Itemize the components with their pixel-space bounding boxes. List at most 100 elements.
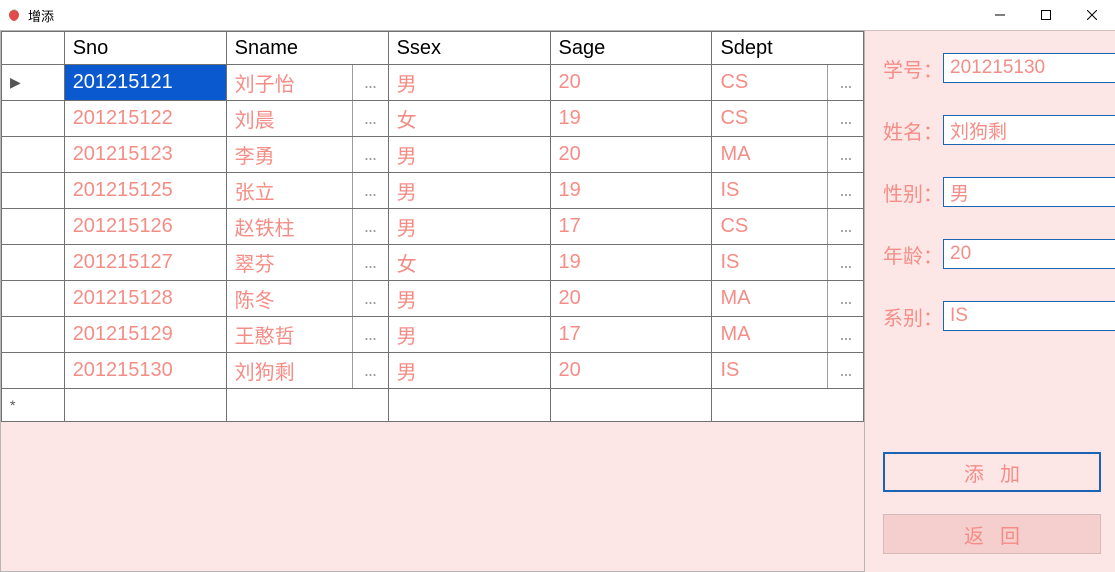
empty-cell[interactable] bbox=[550, 389, 712, 422]
empty-cell[interactable] bbox=[712, 389, 864, 422]
ellipsis-button[interactable]: ... bbox=[827, 101, 863, 136]
cell-ssex[interactable]: 女 bbox=[388, 101, 550, 137]
cell-ssex[interactable]: 男 bbox=[388, 173, 550, 209]
cell-ssex[interactable]: 女 bbox=[388, 245, 550, 281]
ellipsis-button[interactable]: ... bbox=[827, 353, 863, 388]
cell-sno[interactable]: 201215128 bbox=[64, 281, 226, 317]
column-header-sname[interactable]: Sname bbox=[226, 32, 388, 65]
row-header[interactable]: ▶ bbox=[2, 65, 65, 101]
cell-ssex[interactable]: 男 bbox=[388, 65, 550, 101]
row-header[interactable] bbox=[2, 281, 65, 317]
cell-sname[interactable]: 陈冬... bbox=[226, 281, 388, 317]
ellipsis-button[interactable]: ... bbox=[352, 317, 388, 352]
ellipsis-button[interactable]: ... bbox=[827, 209, 863, 244]
empty-cell[interactable] bbox=[64, 389, 226, 422]
cell-sname[interactable]: 刘晨... bbox=[226, 101, 388, 137]
table-row[interactable]: 201215122刘晨...女19CS... bbox=[2, 101, 864, 137]
table-row[interactable]: 201215125张立...男19IS... bbox=[2, 173, 864, 209]
ellipsis-button[interactable]: ... bbox=[827, 281, 863, 316]
cell-sdept[interactable]: CS... bbox=[712, 101, 864, 137]
column-header-sno[interactable]: Sno bbox=[64, 32, 226, 65]
maximize-button[interactable] bbox=[1023, 0, 1069, 30]
row-header[interactable] bbox=[2, 245, 65, 281]
cell-sdept[interactable]: IS... bbox=[712, 173, 864, 209]
cell-sage[interactable]: 20 bbox=[550, 281, 712, 317]
row-header[interactable] bbox=[2, 173, 65, 209]
ellipsis-button[interactable]: ... bbox=[352, 245, 388, 280]
ellipsis-button[interactable]: ... bbox=[827, 245, 863, 280]
cell-sage[interactable]: 19 bbox=[550, 245, 712, 281]
ellipsis-button[interactable]: ... bbox=[827, 317, 863, 352]
table-row[interactable]: 201215130刘狗剩...男20IS... bbox=[2, 353, 864, 389]
cell-sno[interactable]: 201215121 bbox=[64, 65, 226, 101]
ellipsis-button[interactable]: ... bbox=[827, 65, 863, 100]
cell-sage[interactable]: 17 bbox=[550, 317, 712, 353]
empty-cell[interactable] bbox=[388, 389, 550, 422]
close-button[interactable] bbox=[1069, 0, 1115, 30]
empty-cell[interactable] bbox=[226, 389, 388, 422]
cell-sdept[interactable]: MA... bbox=[712, 281, 864, 317]
input-sname[interactable] bbox=[943, 115, 1115, 145]
ellipsis-button[interactable]: ... bbox=[827, 173, 863, 208]
ellipsis-button[interactable]: ... bbox=[352, 209, 388, 244]
input-sdept[interactable] bbox=[943, 301, 1115, 331]
cell-sno[interactable]: 201215127 bbox=[64, 245, 226, 281]
cell-sname[interactable]: 刘狗剩... bbox=[226, 353, 388, 389]
cell-sdept[interactable]: CS... bbox=[712, 209, 864, 245]
ellipsis-button[interactable]: ... bbox=[827, 137, 863, 172]
ellipsis-button[interactable]: ... bbox=[352, 65, 388, 100]
cell-sage[interactable]: 20 bbox=[550, 353, 712, 389]
input-sno[interactable] bbox=[943, 53, 1115, 83]
cell-ssex[interactable]: 男 bbox=[388, 209, 550, 245]
cell-sno[interactable]: 201215129 bbox=[64, 317, 226, 353]
cell-sage[interactable]: 20 bbox=[550, 65, 712, 101]
cell-sage[interactable]: 19 bbox=[550, 101, 712, 137]
cell-ssex[interactable]: 男 bbox=[388, 353, 550, 389]
cell-sname[interactable]: 王憨哲... bbox=[226, 317, 388, 353]
new-row[interactable]: * bbox=[2, 389, 864, 422]
column-header-sdept[interactable]: Sdept bbox=[712, 32, 864, 65]
new-row-indicator[interactable]: * bbox=[2, 389, 65, 422]
cell-sno[interactable]: 201215125 bbox=[64, 173, 226, 209]
cell-sage[interactable]: 20 bbox=[550, 137, 712, 173]
ellipsis-button[interactable]: ... bbox=[352, 137, 388, 172]
cell-sno[interactable]: 201215123 bbox=[64, 137, 226, 173]
cell-sname[interactable]: 李勇... bbox=[226, 137, 388, 173]
cell-sno[interactable]: 201215126 bbox=[64, 209, 226, 245]
cell-sname[interactable]: 翠芬... bbox=[226, 245, 388, 281]
cell-sdept[interactable]: MA... bbox=[712, 317, 864, 353]
cell-sage[interactable]: 19 bbox=[550, 173, 712, 209]
input-sage[interactable] bbox=[943, 239, 1115, 269]
row-header[interactable] bbox=[2, 209, 65, 245]
cell-sdept[interactable]: CS... bbox=[712, 65, 864, 101]
cell-sdept[interactable]: IS... bbox=[712, 353, 864, 389]
table-row[interactable]: 201215126赵铁柱...男17CS... bbox=[2, 209, 864, 245]
table-row[interactable]: ▶201215121刘子怡...男20CS... bbox=[2, 65, 864, 101]
cell-sname[interactable]: 赵铁柱... bbox=[226, 209, 388, 245]
ellipsis-button[interactable]: ... bbox=[352, 353, 388, 388]
cell-sage[interactable]: 17 bbox=[550, 209, 712, 245]
table-row[interactable]: 201215128陈冬...男20MA... bbox=[2, 281, 864, 317]
cell-sdept[interactable]: IS... bbox=[712, 245, 864, 281]
table-row[interactable]: 201215129王憨哲...男17MA... bbox=[2, 317, 864, 353]
row-header[interactable] bbox=[2, 101, 65, 137]
cell-sno[interactable]: 201215130 bbox=[64, 353, 226, 389]
minimize-button[interactable] bbox=[977, 0, 1023, 30]
input-ssex[interactable] bbox=[943, 177, 1115, 207]
cell-sname[interactable]: 张立... bbox=[226, 173, 388, 209]
back-button[interactable]: 返回 bbox=[883, 514, 1101, 554]
row-header[interactable] bbox=[2, 317, 65, 353]
table-row[interactable]: 201215123李勇...男20MA... bbox=[2, 137, 864, 173]
cell-ssex[interactable]: 男 bbox=[388, 137, 550, 173]
column-header-sage[interactable]: Sage bbox=[550, 32, 712, 65]
table-row[interactable]: 201215127翠芬...女19IS... bbox=[2, 245, 864, 281]
cell-ssex[interactable]: 男 bbox=[388, 281, 550, 317]
ellipsis-button[interactable]: ... bbox=[352, 101, 388, 136]
ellipsis-button[interactable]: ... bbox=[352, 281, 388, 316]
column-header-ssex[interactable]: Ssex bbox=[388, 32, 550, 65]
add-button[interactable]: 添加 bbox=[883, 452, 1101, 492]
cell-sname[interactable]: 刘子怡... bbox=[226, 65, 388, 101]
corner-cell[interactable] bbox=[2, 32, 65, 65]
cell-ssex[interactable]: 男 bbox=[388, 317, 550, 353]
row-header[interactable] bbox=[2, 353, 65, 389]
